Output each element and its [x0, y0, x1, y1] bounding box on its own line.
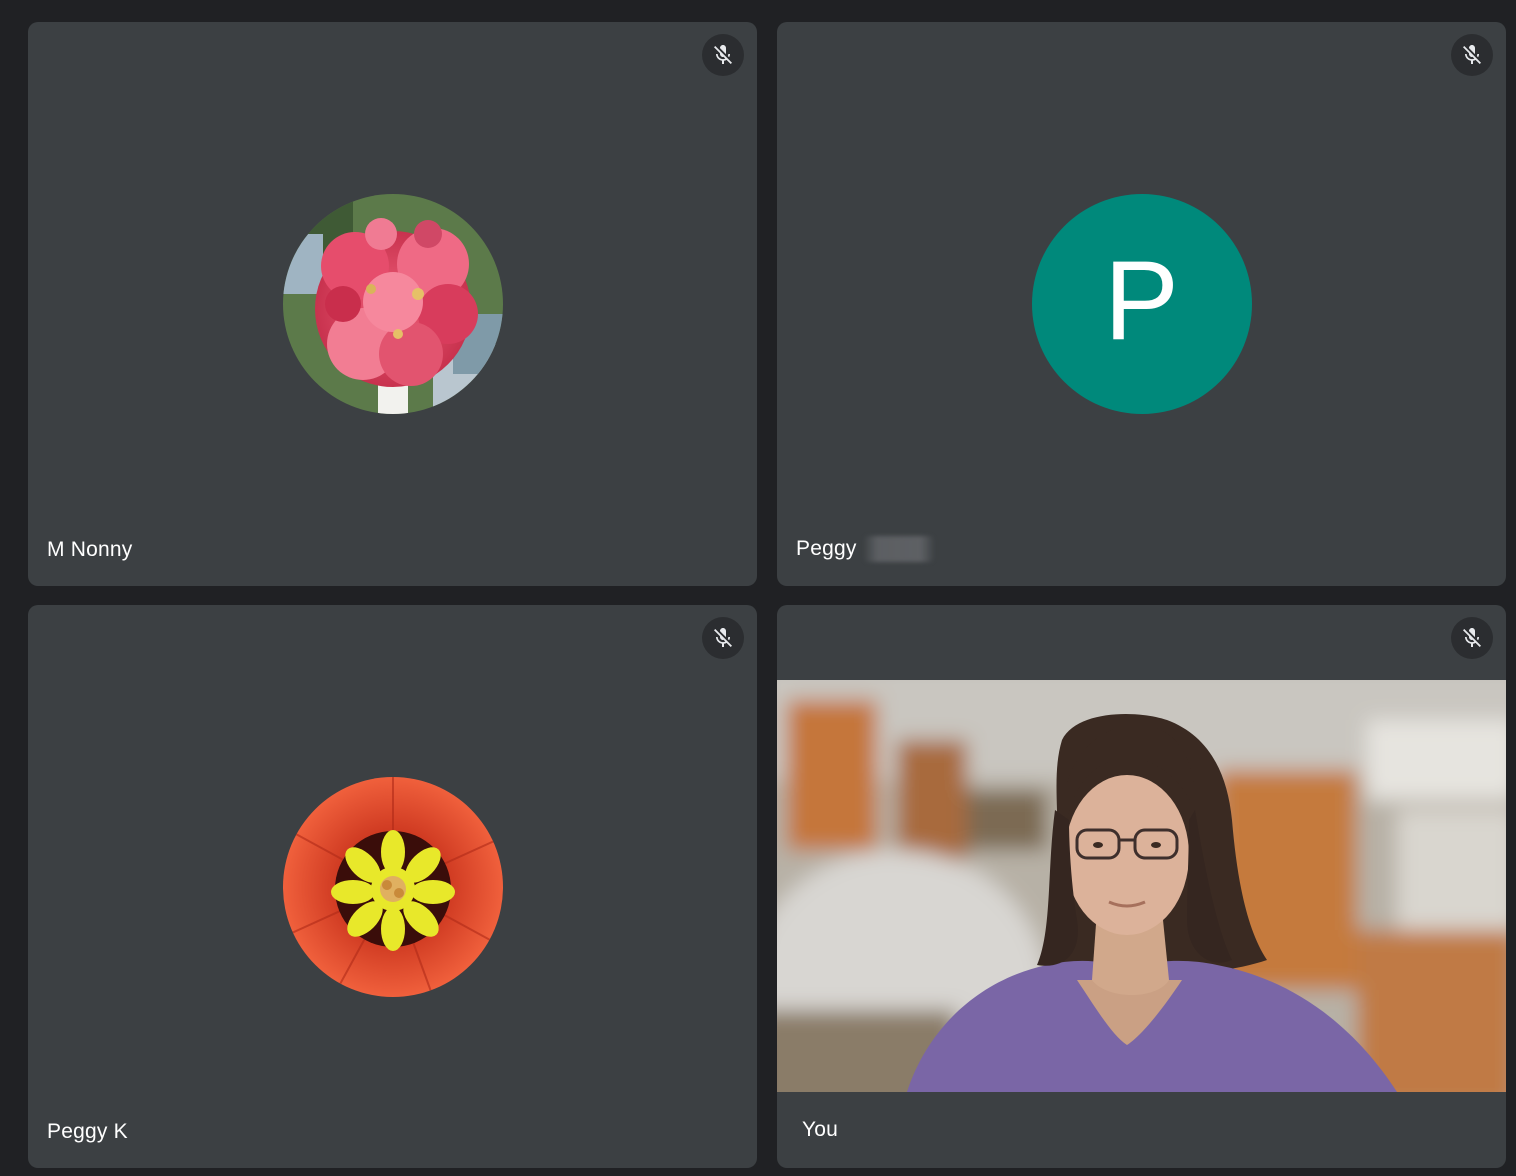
- mic-off-indicator[interactable]: [1451, 617, 1493, 659]
- participant-name: Peggy: [796, 536, 935, 562]
- avatar-red-flower: [282, 777, 503, 997]
- participant-tile-peggy-k[interactable]: Peggy K: [28, 605, 757, 1168]
- mic-off-icon: [714, 628, 732, 647]
- participant-tile-m-nonny[interactable]: M Nonny: [28, 22, 757, 586]
- redacted-surname: [862, 536, 935, 562]
- mic-off-icon: [1463, 45, 1481, 64]
- self-video-feed: [777, 680, 1506, 1092]
- participant-name: Peggy K: [47, 1120, 128, 1143]
- participant-name: You: [802, 1118, 839, 1141]
- mic-off-icon: [714, 45, 732, 64]
- avatar-letter: P: [1031, 194, 1252, 414]
- avatar-pink-flower: [282, 194, 503, 414]
- participant-tile-peggy[interactable]: P Peggy: [777, 22, 1506, 586]
- mic-off-indicator[interactable]: [1451, 34, 1493, 76]
- participant-name: M Nonny: [47, 538, 133, 561]
- participant-tile-self[interactable]: You: [777, 605, 1506, 1168]
- meeting-grid: M Nonny P Peggy Peggy K You: [0, 0, 1516, 1176]
- avatar-initial: P: [1104, 238, 1179, 363]
- mic-off-icon: [1463, 628, 1481, 647]
- mic-off-indicator[interactable]: [702, 34, 744, 76]
- mic-off-indicator[interactable]: [702, 617, 744, 659]
